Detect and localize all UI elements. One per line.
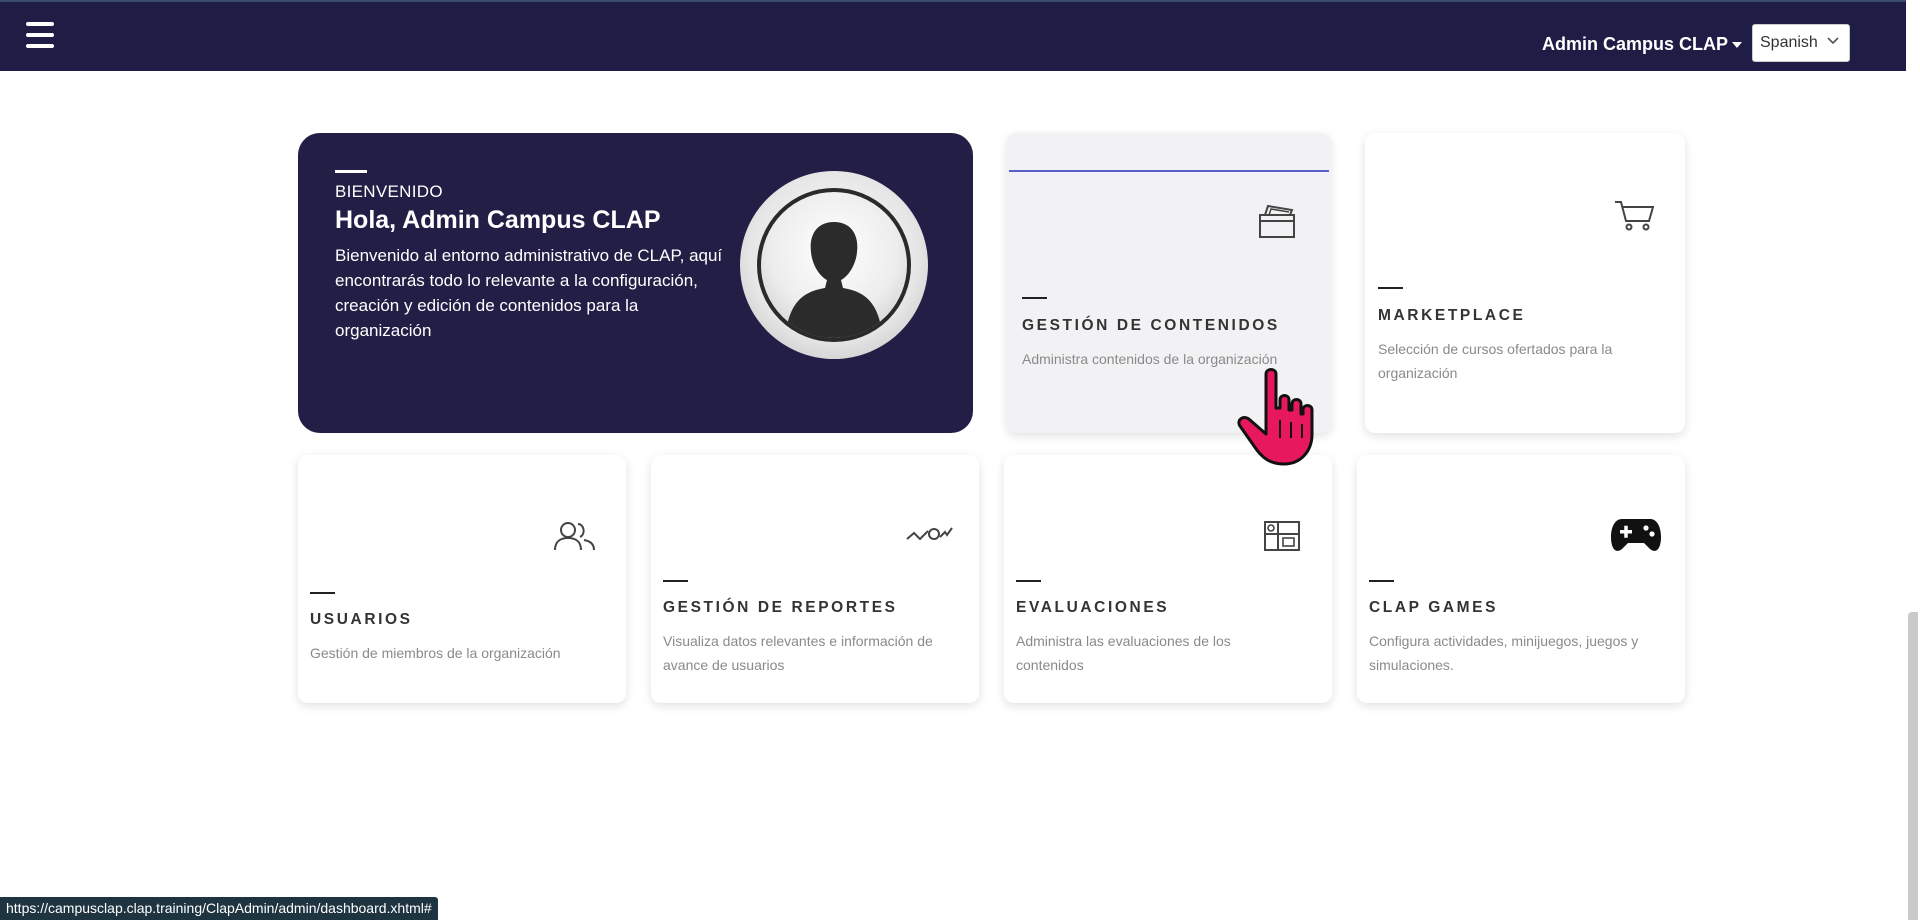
report-chart-icon bbox=[906, 527, 953, 541]
card-dash bbox=[310, 592, 335, 594]
card-dash bbox=[663, 580, 688, 582]
card-dash bbox=[1369, 580, 1394, 582]
card-title: USUARIOS bbox=[310, 611, 413, 628]
users-icon bbox=[554, 522, 595, 551]
card-title: GESTIÓN DE REPORTES bbox=[663, 599, 898, 616]
language-select[interactable]: Spanish bbox=[1752, 24, 1850, 62]
card-title: CLAP GAMES bbox=[1369, 599, 1499, 616]
card-description: Selección de cursos ofertados para la or… bbox=[1378, 341, 1613, 381]
evaluation-grid-icon bbox=[1264, 521, 1300, 551]
card-usuarios[interactable]: USUARIOS Gestión de miembros de la organ… bbox=[298, 455, 626, 703]
card-description: Administra las evaluaciones de los conte… bbox=[1016, 633, 1231, 673]
card-accent-line bbox=[1009, 170, 1329, 172]
avatar bbox=[740, 171, 928, 359]
accent-dash bbox=[335, 170, 367, 173]
user-silhouette-icon bbox=[785, 222, 883, 338]
top-navbar: Admin Campus CLAP Spanish bbox=[0, 0, 1906, 71]
user-menu-dropdown[interactable]: Admin Campus CLAP bbox=[1542, 34, 1743, 55]
welcome-greeting: Hola, Admin Campus CLAP bbox=[335, 206, 661, 234]
card-dash bbox=[1016, 580, 1041, 582]
content-folder-icon bbox=[1259, 204, 1295, 238]
gamepad-icon bbox=[1611, 519, 1661, 551]
card-clap-games[interactable]: CLAP GAMES Configura actividades, miniju… bbox=[1357, 455, 1685, 703]
welcome-kicker: BIENVENIDO bbox=[335, 182, 443, 201]
card-title: EVALUACIONES bbox=[1016, 599, 1170, 616]
language-value: Spanish bbox=[1760, 34, 1818, 51]
page-scrollbar-thumb[interactable] bbox=[1908, 612, 1918, 920]
card-dash bbox=[1022, 297, 1047, 299]
welcome-description: Bienvenido al entorno administrativo de … bbox=[335, 246, 723, 340]
avatar-ring bbox=[757, 188, 911, 342]
cart-icon bbox=[1615, 201, 1655, 231]
card-gestion-reportes[interactable]: GESTIÓN DE REPORTES Visualiza datos rele… bbox=[651, 455, 979, 703]
card-description: Visualiza datos relevantes e información… bbox=[663, 633, 933, 673]
card-description: Configura actividades, minijuegos, juego… bbox=[1369, 633, 1639, 673]
menu-icon[interactable] bbox=[26, 22, 54, 48]
card-title: GESTIÓN DE CONTENIDOS bbox=[1022, 317, 1280, 334]
caret-down-icon bbox=[1732, 41, 1743, 48]
chevron-down-icon bbox=[1827, 37, 1839, 45]
status-bar-url: https://campusclap.clap.training/ClapAdm… bbox=[0, 897, 438, 920]
card-dash bbox=[1378, 287, 1403, 289]
card-evaluaciones[interactable]: EVALUACIONES Administra las evaluaciones… bbox=[1004, 455, 1332, 703]
user-name: Admin Campus CLAP bbox=[1542, 34, 1729, 54]
hand-cursor-icon bbox=[1237, 368, 1314, 466]
welcome-card: BIENVENIDO Hola, Admin Campus CLAP Bienv… bbox=[298, 133, 973, 433]
card-description: Gestión de miembros de la organización bbox=[310, 645, 561, 661]
card-title: MARKETPLACE bbox=[1378, 307, 1526, 324]
card-marketplace[interactable]: MARKETPLACE Selección de cursos ofertado… bbox=[1365, 133, 1685, 433]
